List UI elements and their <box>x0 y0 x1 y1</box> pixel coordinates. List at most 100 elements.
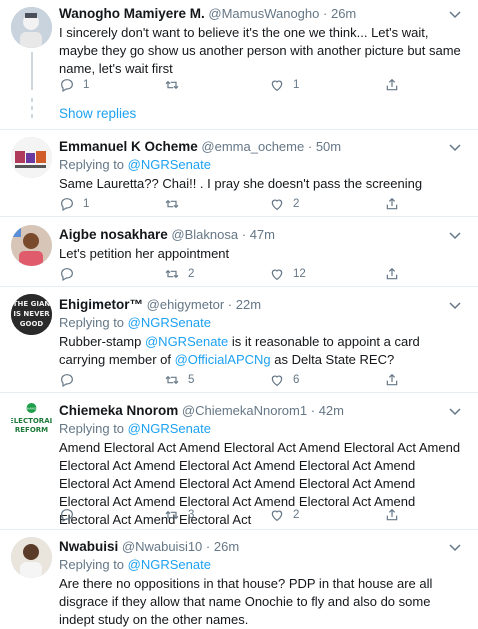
handle[interactable]: @MamusWanogho <box>208 6 319 21</box>
thread-line <box>31 52 33 90</box>
chevron-down-icon[interactable] <box>446 138 464 156</box>
replying-to-label: Replying to <box>59 557 125 572</box>
avatar[interactable] <box>11 225 52 266</box>
tweet-actions: 5 6 <box>59 371 439 389</box>
tweet-content: Wanogho Mamiyere M. @MamusWanogho · 26m … <box>59 5 464 78</box>
display-name[interactable]: Emmanuel K Ocheme <box>59 139 198 154</box>
avatar[interactable]: CHANGE ELECTORAL REFORM <box>11 400 52 441</box>
tweet-text: Same Lauretta?? Chai!! . I pray she does… <box>59 176 423 191</box>
avatar-text-line: CHANGE <box>25 407 38 411</box>
avatar-text-line: REFORM <box>15 426 48 434</box>
like-button[interactable]: 2 <box>269 506 299 524</box>
reply-button[interactable] <box>59 265 83 283</box>
share-icon <box>386 78 398 91</box>
profile-photo-icon <box>11 537 52 578</box>
reply-button[interactable] <box>59 506 83 524</box>
avatar-text-line: IS NEVER <box>13 310 50 318</box>
avatar[interactable] <box>11 137 52 178</box>
share-button[interactable] <box>384 76 400 94</box>
display-name[interactable]: Nwabuisi <box>59 539 118 554</box>
heart-icon <box>271 375 283 387</box>
profile-photo-icon: THE GIAN IS NEVER GOOD <box>11 294 52 335</box>
retweet-button[interactable]: 2 <box>164 265 194 283</box>
display-name[interactable]: Wanogho Mamiyere M. <box>59 6 205 21</box>
retweet-button[interactable] <box>164 76 188 94</box>
share-button[interactable] <box>384 371 400 389</box>
reply-button[interactable]: 1 <box>59 195 89 213</box>
timestamp[interactable]: 26m <box>214 539 239 554</box>
display-name[interactable]: Aigbe nosakhare <box>59 227 168 242</box>
tweet[interactable]: CHANGE ELECTORAL REFORM Chiemeka Nnorom … <box>0 393 478 530</box>
like-button[interactable]: 12 <box>269 265 306 283</box>
tweet-content: Emmanuel K Ocheme @emma_ocheme · 50m Rep… <box>59 138 464 193</box>
tweet-content: Aigbe nosakhare @Blaknosa · 47m Let's pe… <box>59 226 464 263</box>
tweet-text: Let's petition her appointment <box>59 246 230 261</box>
share-icon <box>386 267 398 280</box>
separator-dot: · <box>310 403 316 418</box>
replying-to-link[interactable]: @NGRSenate <box>128 557 211 572</box>
tweet-content: Ehigimetor™ @ehigymetor · 22m Replying t… <box>59 296 464 369</box>
mention-link[interactable]: @NGRSenate <box>145 334 228 349</box>
tweet[interactable]: THE GIAN IS NEVER GOOD Ehigimetor™ @ehig… <box>0 287 478 393</box>
tweet-text: I sincerely don't want to believe it's t… <box>59 25 461 76</box>
separator-dot: · <box>227 297 233 312</box>
timestamp[interactable]: 50m <box>316 139 341 154</box>
handle[interactable]: @ehigymetor <box>147 297 225 312</box>
reply-icon <box>61 374 73 388</box>
reply-icon <box>61 79 73 93</box>
separator-dot: · <box>323 6 328 21</box>
avatar[interactable] <box>11 7 52 48</box>
tweet[interactable]: Nwabuisi @Nwabuisi10 · 26m Replying to @… <box>0 530 478 627</box>
chevron-down-icon[interactable] <box>446 5 464 23</box>
profile-photo-icon: CHANGE ELECTORAL REFORM <box>11 400 52 441</box>
mention-link[interactable]: @OfficialAPCNg <box>175 352 271 367</box>
display-name[interactable]: Chiemeka Nnorom <box>59 403 178 418</box>
retweet-icon <box>165 199 179 209</box>
separator-dot: · <box>307 139 313 154</box>
chevron-down-icon[interactable] <box>446 402 464 420</box>
handle[interactable]: @emma_ocheme <box>201 139 304 154</box>
share-button[interactable] <box>384 506 400 524</box>
share-icon <box>386 373 398 386</box>
avatar[interactable]: THE GIAN IS NEVER GOOD <box>11 294 52 335</box>
like-count: 1 <box>293 79 300 91</box>
tweet-header: Nwabuisi @Nwabuisi10 · 26m <box>59 538 464 556</box>
chevron-down-icon[interactable] <box>446 538 464 556</box>
like-button[interactable]: 6 <box>269 371 299 389</box>
avatar-text-line: THE GIAN <box>13 300 51 308</box>
reply-button[interactable] <box>59 371 83 389</box>
handle[interactable]: @Blaknosa <box>171 227 238 242</box>
chevron-down-icon[interactable] <box>446 226 464 244</box>
tweet[interactable]: Aigbe nosakhare @Blaknosa · 47m Let's pe… <box>0 217 478 287</box>
handle[interactable]: @Nwabuisi10 <box>122 539 202 554</box>
avatar[interactable] <box>11 537 52 578</box>
retweet-button[interactable]: 3 <box>164 506 194 524</box>
handle[interactable]: @ChiemekaNnorom1 <box>182 403 307 418</box>
tweet[interactable]: Emmanuel K Ocheme @emma_ocheme · 50m Rep… <box>0 130 478 217</box>
timestamp[interactable]: 26m <box>331 6 356 21</box>
reply-button[interactable]: 1 <box>59 76 89 94</box>
replying-to-link[interactable]: @NGRSenate <box>128 315 211 330</box>
tweet[interactable]: Wanogho Mamiyere M. @MamusWanogho · 26m … <box>0 0 478 130</box>
replying-to-link[interactable]: @NGRSenate <box>128 421 211 436</box>
retweet-button[interactable]: 5 <box>164 371 194 389</box>
retweet-count: 2 <box>188 268 195 280</box>
heart-icon <box>271 80 283 92</box>
retweet-count: 5 <box>188 374 195 386</box>
timestamp[interactable]: 47m <box>250 227 275 242</box>
replying-to-link[interactable]: @NGRSenate <box>128 157 211 172</box>
chevron-down-icon[interactable] <box>446 296 464 314</box>
share-button[interactable] <box>384 195 400 213</box>
separator-dot: · <box>241 227 247 242</box>
timestamp[interactable]: 22m <box>236 297 261 312</box>
like-button[interactable]: 1 <box>269 76 299 94</box>
display-name[interactable]: Ehigimetor™ <box>59 297 143 312</box>
like-button[interactable]: 2 <box>269 195 299 213</box>
timestamp[interactable]: 42m <box>319 403 344 418</box>
show-replies-link[interactable]: Show replies <box>59 106 136 121</box>
thread-line-dot <box>31 98 33 102</box>
tweet-actions: 3 2 <box>59 506 439 524</box>
share-button[interactable] <box>384 265 400 283</box>
replying-to: Replying to @NGRSenate <box>59 314 464 332</box>
retweet-button[interactable] <box>164 195 188 213</box>
